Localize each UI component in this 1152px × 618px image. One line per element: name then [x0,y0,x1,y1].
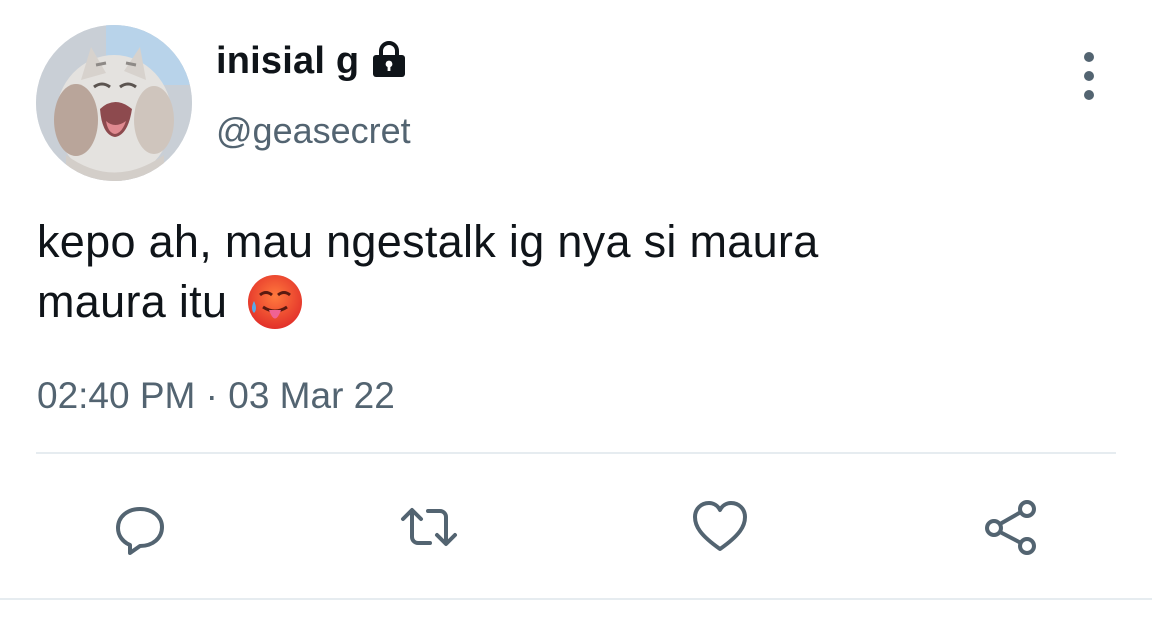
more-vertical-icon [1084,52,1094,62]
tweet-text-line-content: maura itu [37,276,228,327]
share-button[interactable] [980,497,1040,557]
avatar[interactable] [36,25,192,181]
hot-face-emoji-icon [246,273,304,331]
more-vertical-icon-dot [1084,71,1094,81]
reply-icon [116,507,164,555]
more-vertical-icon-dot [1084,90,1094,100]
more-options-button[interactable] [1072,52,1106,100]
tweet-text: kepo ah, mau ngestalk ig nya si maura ma… [37,212,1097,332]
like-button[interactable] [690,497,750,557]
display-name-text: inisial g [216,40,360,82]
divider [36,452,1116,454]
display-name[interactable]: inisial g [216,39,409,82]
user-handle[interactable]: @geasecret [216,113,411,149]
tweet-text-line: maura itu [37,272,1097,332]
share-icon [985,500,1036,555]
reply-button[interactable] [110,497,170,557]
tweet-timestamp[interactable]: 02:40 PM · 03 Mar 22 [37,377,395,414]
tweet-text-line: kepo ah, mau ngestalk ig nya si maura [37,216,819,267]
lock-icon [369,39,409,79]
retweet-icon [401,508,457,546]
heart-icon [693,501,747,551]
retweet-button[interactable] [399,497,459,557]
divider [0,598,1152,600]
